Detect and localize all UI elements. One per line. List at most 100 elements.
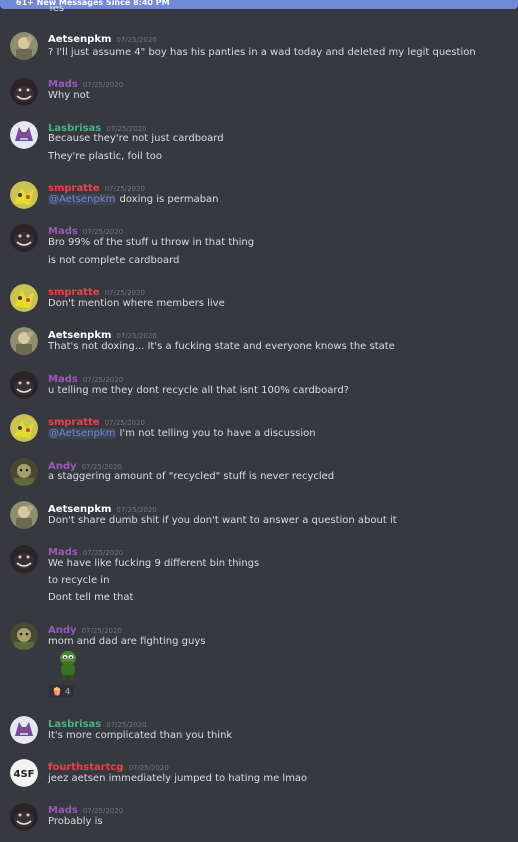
avatar-smpratte[interactable] bbox=[10, 181, 38, 209]
timestamp: 07/25/2020 bbox=[116, 506, 157, 514]
message-header: Mads 07/25/2020 bbox=[48, 76, 123, 91]
avatar-image bbox=[10, 181, 38, 209]
reaction-count: 4 bbox=[65, 687, 71, 696]
timestamp: 07/25/2020 bbox=[82, 228, 124, 236]
avatar-image bbox=[10, 458, 38, 486]
timestamp: 07/25/2020 bbox=[82, 376, 124, 384]
avatar-image bbox=[10, 78, 38, 106]
message-text: Why not bbox=[48, 90, 90, 101]
timestamp: 07/25/2020 bbox=[81, 463, 122, 471]
message-header: smpratte 07/25/2020 bbox=[48, 414, 145, 429]
user-mention[interactable]: @Aetsenpkm bbox=[48, 194, 117, 205]
popcorn-emoji-icon: 🍿 bbox=[52, 687, 62, 696]
message-text: Because they're not just cardboard bbox=[48, 133, 224, 144]
avatar-lasbrisas[interactable] bbox=[10, 121, 38, 149]
avatar-smpratte[interactable] bbox=[10, 414, 38, 442]
message-header: Aetsenpkm 07/25/2020 bbox=[48, 31, 157, 46]
timestamp: 07/25/2020 bbox=[104, 289, 145, 297]
username[interactable]: Aetsenpkm bbox=[48, 330, 111, 341]
message-header: Lasbrisas 07/25/2020 bbox=[48, 716, 147, 731]
avatar-mads[interactable] bbox=[10, 803, 38, 831]
username[interactable]: Mads bbox=[48, 374, 78, 385]
svg-text:4SF: 4SF bbox=[14, 769, 35, 780]
timestamp: 07/25/2020 bbox=[116, 332, 157, 340]
avatar-aetsenpkm[interactable] bbox=[10, 327, 38, 355]
avatar-aetsenpkm[interactable] bbox=[10, 32, 38, 60]
message-text: It's more complicated than you think bbox=[48, 730, 233, 741]
timestamp: 07/25/2020 bbox=[128, 764, 169, 772]
message-text: a staggering amount of "recycled" stuff … bbox=[48, 471, 335, 482]
avatar-image bbox=[10, 371, 38, 399]
message-text: @Aetsenpkm I'm not telling you to have a… bbox=[48, 428, 316, 440]
avatar-image bbox=[10, 501, 38, 529]
username[interactable]: Aetsenpkm bbox=[48, 504, 111, 515]
username[interactable]: Mads bbox=[48, 79, 78, 90]
avatar-image bbox=[10, 284, 38, 312]
message-text-content: doxing is permaban bbox=[119, 194, 219, 205]
new-messages-banner[interactable]: 61+ New Messages Since 8:40 PM bbox=[0, 0, 518, 9]
message-text: We have like fucking 9 different bin thi… bbox=[48, 558, 260, 569]
username[interactable]: Mads bbox=[48, 226, 78, 237]
message-text: Bro 99% of the stuff u throw in that thi… bbox=[48, 237, 255, 248]
timestamp: 07/25/2020 bbox=[104, 185, 145, 193]
previous-message-text: Yes bbox=[48, 6, 65, 12]
username[interactable]: Andy bbox=[48, 625, 77, 636]
username[interactable]: Lasbrisas bbox=[48, 719, 101, 730]
message-header: Andy 07/25/2020 bbox=[48, 622, 122, 637]
avatar-smpratte[interactable] bbox=[10, 284, 38, 312]
username[interactable]: smpratte bbox=[48, 287, 100, 298]
avatar-andy[interactable] bbox=[10, 458, 38, 486]
message-header: Aetsenpkm 07/25/2020 bbox=[48, 501, 157, 516]
message-text: u telling me they dont recycle all that … bbox=[48, 385, 349, 396]
avatar-mads[interactable] bbox=[10, 78, 38, 106]
avatar-image bbox=[10, 622, 38, 650]
avatar-andy[interactable] bbox=[10, 622, 38, 650]
timestamp: 07/25/2020 bbox=[81, 627, 122, 635]
message-text: is not complete cardboard bbox=[48, 255, 180, 266]
message-text: Dont tell me that bbox=[48, 592, 134, 603]
avatar-image bbox=[10, 32, 38, 60]
avatar-fourthstartcg[interactable]: 4SF bbox=[10, 759, 38, 787]
reaction-popcorn[interactable]: 🍿 4 bbox=[48, 685, 74, 698]
message-header: Aetsenpkm 07/25/2020 bbox=[48, 327, 157, 342]
message-text: ? I'll just assume 4" boy has his pantie… bbox=[48, 47, 476, 58]
username[interactable]: Mads bbox=[48, 547, 78, 558]
timestamp: 07/25/2020 bbox=[104, 419, 145, 427]
message-header: Mads 07/25/2020 bbox=[48, 371, 123, 386]
avatar-image bbox=[10, 224, 38, 252]
message-header: Mads 07/25/2020 bbox=[48, 223, 123, 238]
message-text: mom and dad are fighting guys bbox=[48, 636, 206, 647]
message-header: fourthstartcg 07/25/2020 bbox=[48, 759, 169, 774]
avatar-lasbrisas[interactable] bbox=[10, 716, 38, 744]
message-text: They're plastic, foil too bbox=[48, 151, 163, 162]
avatar-image: 4SF bbox=[10, 759, 38, 787]
message-header: smpratte 07/25/2020 bbox=[48, 180, 145, 195]
new-messages-banner-label: 61+ New Messages Since 8:40 PM bbox=[16, 0, 170, 7]
avatar-mads[interactable] bbox=[10, 545, 38, 573]
message-text: Probably is bbox=[48, 816, 103, 827]
message-text: to recycle in bbox=[48, 575, 110, 586]
timestamp: 07/25/2020 bbox=[82, 807, 124, 815]
pepe-sticker-image[interactable] bbox=[54, 649, 82, 681]
avatar-mads[interactable] bbox=[10, 371, 38, 399]
message-text: That's not doxing... It's a fucking stat… bbox=[48, 341, 395, 352]
avatar-mads[interactable] bbox=[10, 224, 38, 252]
user-mention[interactable]: @Aetsenpkm bbox=[48, 428, 117, 439]
message-header: smpratte 07/25/2020 bbox=[48, 284, 145, 299]
username[interactable]: fourthstartcg bbox=[48, 762, 123, 773]
username[interactable]: Aetsenpkm bbox=[48, 34, 111, 45]
avatar-image bbox=[10, 327, 38, 355]
avatar-image bbox=[10, 545, 38, 573]
avatar-image bbox=[10, 414, 38, 442]
message-header: Mads 07/25/2020 bbox=[48, 802, 123, 817]
username[interactable]: Mads bbox=[48, 805, 78, 816]
username[interactable]: smpratte bbox=[48, 183, 100, 194]
message-text: Don't share dumb shit if you don't want … bbox=[48, 515, 397, 526]
timestamp: 07/25/2020 bbox=[106, 125, 147, 133]
username[interactable]: smpratte bbox=[48, 417, 100, 428]
timestamp: 07/25/2020 bbox=[116, 36, 157, 44]
avatar-aetsenpkm[interactable] bbox=[10, 501, 38, 529]
message-text-content: I'm not telling you to have a discussion bbox=[119, 428, 316, 439]
avatar-image bbox=[10, 121, 38, 149]
message-text: Don't mention where members live bbox=[48, 298, 225, 309]
